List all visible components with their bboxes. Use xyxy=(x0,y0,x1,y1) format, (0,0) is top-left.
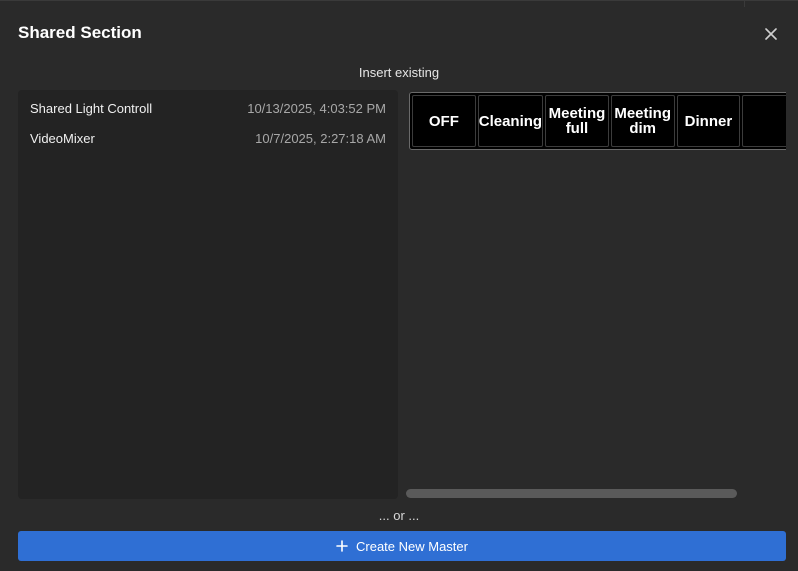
preview-button-off[interactable]: OFF xyxy=(412,95,476,147)
preview-button-strip: OFF Cleaning Meeting full Meeting dim Dinn… xyxy=(409,92,786,150)
list-item-name: VideoMixer xyxy=(30,130,95,146)
preview-button-partial[interactable] xyxy=(742,95,786,147)
list-item-videomixer[interactable]: VideoMixer 10/7/2025, 2:27:18 AM xyxy=(18,123,398,153)
preview-panel: OFF Cleaning Meeting full Meeting dim Dinn… xyxy=(406,90,786,499)
list-item-date: 10/13/2025, 4:03:52 PM xyxy=(247,100,386,116)
preview-button-label: Meeting dim xyxy=(614,105,672,137)
list-item-name: Shared Light Controll xyxy=(30,100,153,116)
list-item-shared-light-controll[interactable]: Shared Light Controll 10/13/2025, 4:03:5… xyxy=(18,93,398,123)
preview-button-label: Cleaning xyxy=(478,112,543,130)
preview-button-meeting-dim[interactable]: Meeting dim xyxy=(610,95,675,147)
master-list: Shared Light Controll 10/13/2025, 4:03:5… xyxy=(18,90,398,499)
preview-button-label: Meeting full xyxy=(548,105,606,137)
shared-section-dialog: Shared Section Insert existing Shared Li… xyxy=(0,0,798,571)
preview-button-meeting-full[interactable]: Meeting full xyxy=(545,95,609,147)
preview-horizontal-scrollbar[interactable] xyxy=(406,489,737,498)
preview-button-label: Dinner xyxy=(684,112,733,130)
plus-icon xyxy=(336,540,348,552)
list-item-date: 10/7/2025, 2:27:18 AM xyxy=(255,130,386,146)
close-icon xyxy=(765,28,777,40)
or-separator: ... or ... xyxy=(378,508,420,523)
window-divider xyxy=(744,1,745,7)
create-new-master-button[interactable]: Create New Master xyxy=(18,531,786,561)
dialog-title: Shared Section xyxy=(18,23,142,42)
preview-button-label: OFF xyxy=(428,112,459,130)
preview-button-dinner[interactable]: Dinner xyxy=(676,95,741,147)
close-button[interactable] xyxy=(760,23,782,45)
preview-button-cleaning[interactable]: Cleaning xyxy=(477,95,544,147)
insert-existing-label: Insert existing xyxy=(358,65,440,80)
create-button-label: Create New Master xyxy=(356,538,468,554)
